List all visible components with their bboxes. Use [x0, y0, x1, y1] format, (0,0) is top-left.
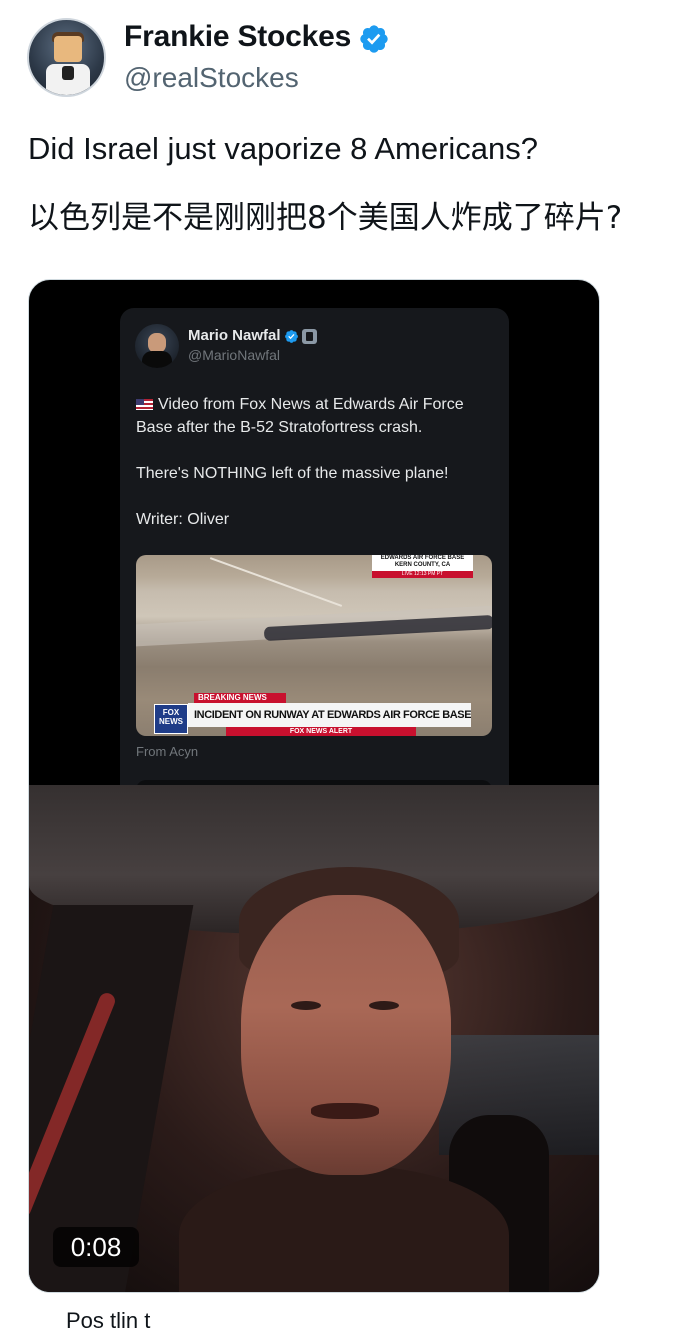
embedded-author-name: Mario Nawfal	[188, 327, 281, 344]
video-source: From Acyn	[136, 744, 199, 759]
embedded-verified-icon	[285, 330, 298, 343]
live-banner: LIVE 12:13 PM PT	[372, 571, 473, 578]
embedded-avatar	[135, 324, 179, 368]
news-headline: INCIDENT ON RUNWAY AT EDWARDS AIR FORCE …	[188, 703, 471, 727]
selfie-video-frame	[29, 785, 599, 1292]
author-handle[interactable]: @realStockes	[124, 62, 299, 94]
person-face	[241, 895, 451, 1175]
embedded-post-text: Video from Fox News at Edwards Air Force…	[136, 396, 464, 528]
embedded-post-card: Mario Nawfal @MarioNawfal Video from Fox…	[120, 308, 509, 828]
us-flag-icon	[136, 399, 153, 410]
author-avatar[interactable]	[27, 18, 106, 97]
post-text-chinese: 以色列是不是刚刚把8个美国人炸成了碎片?	[28, 200, 623, 236]
embedded-author-handle: @MarioNawfal	[188, 347, 281, 363]
breaking-news-label: BREAKING NEWS	[194, 693, 286, 703]
fox-news-logo: FOX NEWS	[154, 704, 188, 734]
avatar-head	[54, 36, 82, 62]
post-text-english: Did Israel just vaporize 8 Americans?	[28, 131, 539, 166]
fox-news-video-thumbnail: EDWARDS AIR FORCE BASE KERN COUNTY, CA LI…	[136, 555, 492, 736]
author-name[interactable]: Frankie Stockes	[124, 20, 351, 54]
affiliate-badge-icon	[302, 329, 317, 344]
post-media-video[interactable]: Mario Nawfal @MarioNawfal Video from Fox…	[28, 279, 600, 1293]
fox-news-alert-bar: FOX NEWS ALERT	[226, 727, 416, 736]
avatar-microphone	[62, 66, 74, 80]
verified-badge-icon	[360, 25, 388, 53]
footer-partial-text: Pos tlin t	[66, 1308, 151, 1333]
video-timer: 0:08	[53, 1227, 139, 1267]
